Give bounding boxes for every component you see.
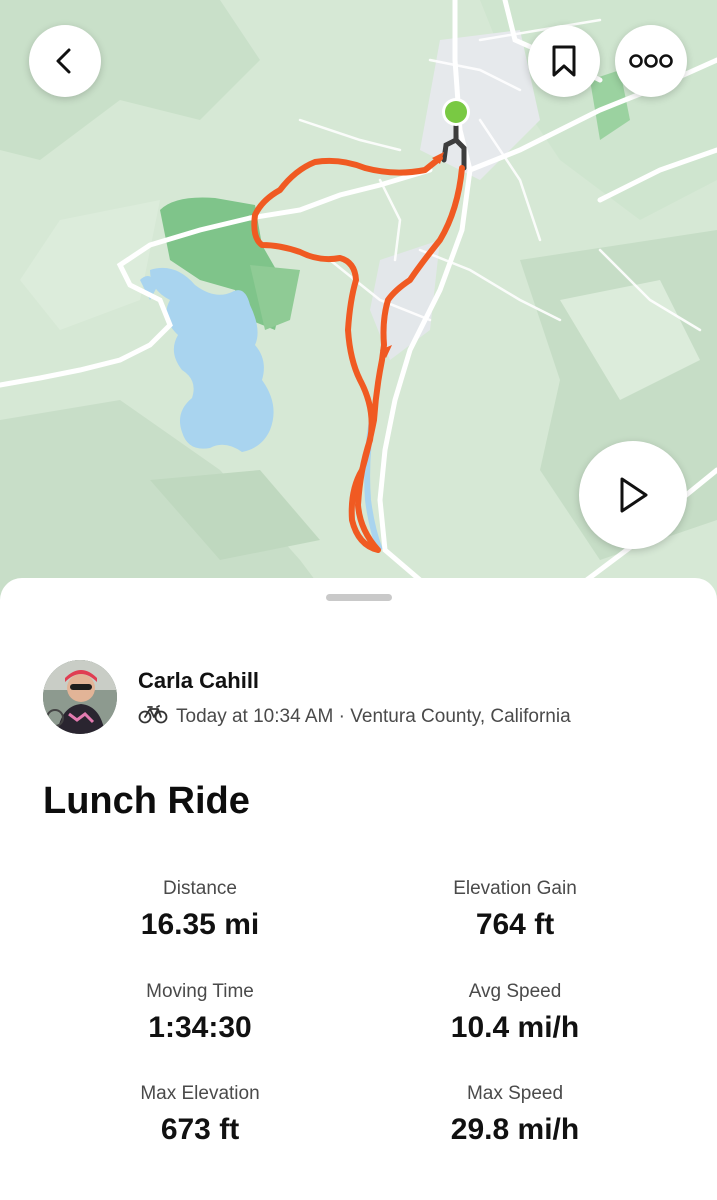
activity-title: Lunch Ride bbox=[43, 780, 250, 822]
activity-time-location: Today at 10:34 AM · Ventura County, Cali… bbox=[176, 706, 571, 727]
athlete-name[interactable]: Carla Cahill bbox=[138, 668, 259, 694]
play-icon bbox=[615, 475, 651, 515]
stat-value: 10.4 mi/h bbox=[450, 1011, 580, 1044]
activity-meta: Today at 10:34 AM · Ventura County, Cali… bbox=[138, 704, 571, 730]
avatar[interactable] bbox=[43, 660, 117, 734]
stat-label: Moving Time bbox=[146, 981, 254, 1002]
stat-label: Distance bbox=[163, 878, 237, 899]
stat-avg-speed: Avg Speed 10.4 mi/h bbox=[365, 981, 665, 1045]
stat-elevation-gain: Elevation Gain 764 ft bbox=[365, 878, 665, 942]
stat-max-speed: Max Speed 29.8 mi/h bbox=[365, 1083, 665, 1147]
chevron-left-icon bbox=[50, 46, 80, 76]
stat-value: 764 ft bbox=[475, 908, 555, 941]
more-dots-icon bbox=[629, 53, 673, 69]
stat-distance: Distance 16.35 mi bbox=[50, 878, 350, 942]
stat-value: 673 ft bbox=[160, 1113, 240, 1146]
stat-label: Avg Speed bbox=[468, 981, 562, 1002]
stat-value: 16.35 mi bbox=[140, 908, 260, 941]
back-button[interactable] bbox=[29, 25, 101, 97]
stat-max-elevation: Max Elevation 673 ft bbox=[50, 1083, 350, 1147]
more-options-button[interactable] bbox=[615, 25, 687, 97]
bookmark-icon bbox=[549, 44, 579, 78]
stat-label: Max Elevation bbox=[140, 1083, 260, 1104]
stat-value: 1:34:30 bbox=[148, 1011, 252, 1044]
bike-icon bbox=[138, 704, 168, 730]
sheet-drag-handle[interactable] bbox=[326, 594, 392, 601]
stat-label: Max Speed bbox=[466, 1083, 564, 1104]
route-map[interactable] bbox=[0, 0, 717, 600]
activity-sheet: Carla Cahill Today at 10:34 AM · Ventura… bbox=[0, 578, 717, 1200]
stat-value: 29.8 mi/h bbox=[450, 1113, 580, 1146]
play-flyby-button[interactable] bbox=[579, 441, 687, 549]
stat-moving-time: Moving Time 1:34:30 bbox=[50, 981, 350, 1045]
stat-label: Elevation Gain bbox=[453, 878, 577, 899]
bookmark-button[interactable] bbox=[528, 25, 600, 97]
